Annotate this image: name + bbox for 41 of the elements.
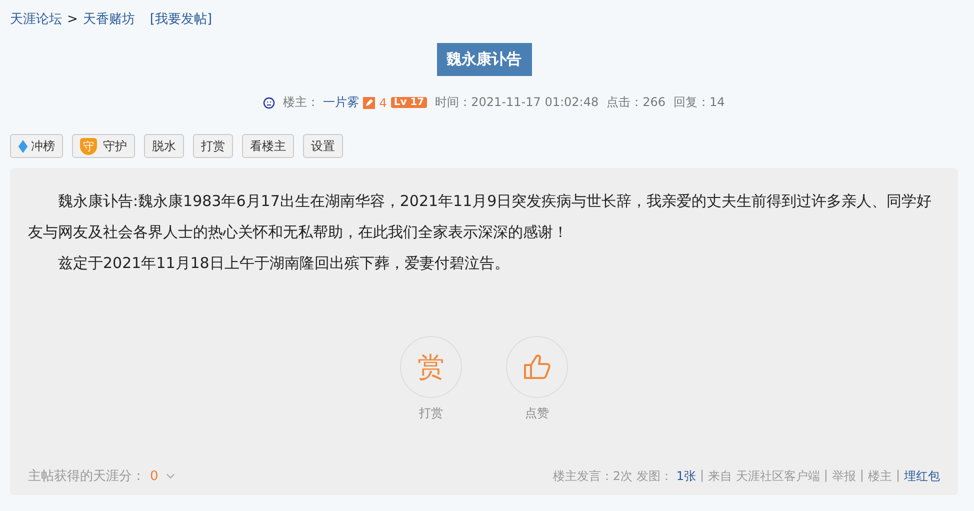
toolbar-button[interactable]: 打赏: [193, 134, 233, 158]
toolbar-button[interactable]: 看楼主: [242, 134, 294, 158]
shield-icon: 守: [80, 138, 97, 154]
toolbar-button[interactable]: 冲榜: [10, 134, 63, 158]
thumbs-up-icon: [522, 352, 552, 382]
footer-separator: |: [860, 468, 864, 484]
footer-link[interactable]: 埋红包: [904, 468, 940, 484]
chevron-down-icon[interactable]: [166, 473, 176, 479]
post-title: 魏永康讣告: [436, 43, 532, 76]
action-label: 点赞: [525, 405, 549, 422]
action-label: 打赏: [419, 405, 443, 422]
edit-count: 4: [379, 96, 387, 110]
post-paragraph: 魏永康讣告:魏永康1983年6月17出生在湖南华容，2021年11月9日突发疾病与世长辞，我亲爱的丈夫生前得到过许多亲人、同学好友与网友及社会各界人士的热心关怀和无私帮助，在此我们全家表示深深的感谢！: [28, 191, 933, 243]
author-label: 楼主：: [283, 94, 320, 111]
footer-link[interactable]: 1张: [676, 468, 696, 484]
footer-separator: |: [824, 468, 828, 484]
new-post-link[interactable]: [我要发帖]: [150, 10, 212, 28]
post-paragraph: 兹定于2021年11月18日上午于湖南隆回出殡下葬，爱妻付碧泣告。: [57, 253, 510, 274]
toolbar-button[interactable]: 设置: [303, 134, 343, 158]
face-icon: [263, 96, 276, 108]
breadcrumb-separator: >: [67, 12, 78, 26]
footer-separator: |: [896, 468, 900, 484]
toolbar-button[interactable]: 守 守护: [72, 134, 135, 158]
footer-separator: |: [700, 468, 704, 484]
toolbar-button[interactable]: 脱水: [144, 134, 184, 158]
action-button[interactable]: [506, 336, 568, 398]
author-link[interactable]: 一片雾: [323, 94, 360, 111]
footer-text: 楼主: [868, 468, 892, 484]
post-time: 时间：2021-11-17 01:02:48: [435, 94, 599, 111]
breadcrumb-link[interactable]: 天涯论坛: [10, 10, 62, 28]
level-badge: Lv 17: [390, 97, 428, 108]
reply-count: 回复：14: [674, 94, 725, 111]
pencil-icon: [363, 96, 376, 108]
footer-text: 楼主发言：2次 发图：: [552, 468, 672, 484]
footer-text: 举报: [832, 468, 856, 484]
breadcrumb-link[interactable]: 天香赌坊: [82, 10, 135, 28]
score-value: 0: [150, 468, 158, 484]
footer-text: 来自 天涯社区客户端: [708, 468, 820, 484]
diamond-icon: [18, 140, 28, 152]
score-label: 主帖获得的天涯分：: [28, 468, 145, 485]
click-count: 点击：266: [606, 94, 666, 111]
